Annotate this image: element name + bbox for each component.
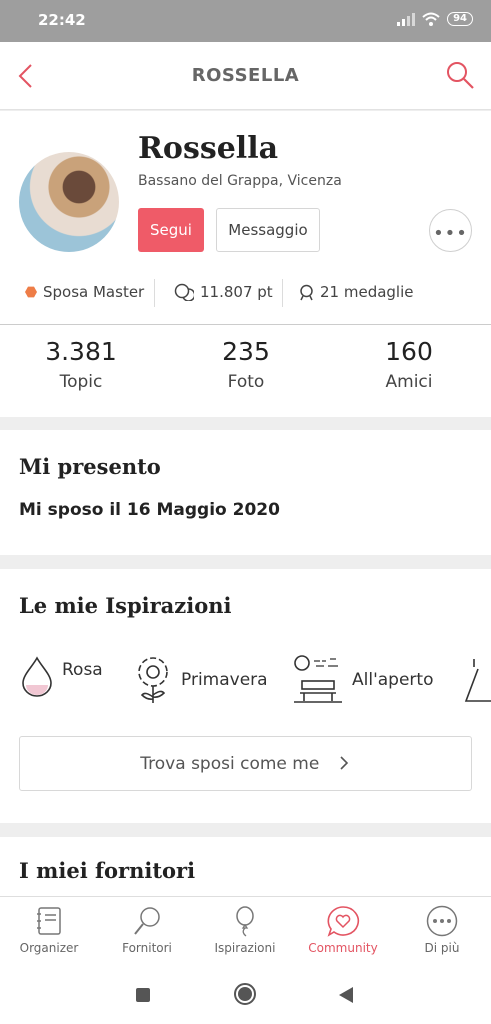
- stat-foto[interactable]: 235 Foto: [186, 337, 306, 392]
- nav-organizer[interactable]: Organizer: [0, 905, 98, 955]
- chat-bubbles-icon: [174, 283, 194, 301]
- divider: [154, 279, 155, 307]
- park-bench-icon: [294, 655, 342, 703]
- notebook-icon: [37, 907, 61, 935]
- magnifier-icon: [134, 907, 160, 935]
- intro-section: Mi presento Mi sposo il 16 Maggio 2020: [0, 430, 491, 555]
- bottom-navigation: Organizer Fornitori Ispirazioni Communit…: [0, 896, 491, 966]
- avatar: [19, 152, 119, 252]
- wedding-date-text: Mi sposo il 16 Maggio 2020: [19, 500, 280, 520]
- status-icons: 94: [397, 12, 473, 26]
- back-triangle-icon[interactable]: [338, 986, 354, 1004]
- nav-label: Ispirazioni: [214, 941, 276, 955]
- section-title: Mi presento: [19, 454, 161, 479]
- wifi-icon: [422, 12, 440, 26]
- heart-chat-icon: [327, 906, 359, 937]
- nav-di-piu[interactable]: Di più: [393, 905, 491, 955]
- status-time: 22:42: [38, 11, 86, 29]
- nav-label: Organizer: [19, 941, 79, 955]
- nav-community[interactable]: Community: [294, 905, 392, 955]
- stat-value: 3.381: [45, 337, 117, 366]
- more-dots-icon: •••: [433, 223, 468, 244]
- level-badge[interactable]: Sposa Master: [25, 283, 144, 301]
- profile-name: Rossella: [138, 131, 279, 166]
- flower-icon: [138, 657, 168, 703]
- points-label: 11.807 pt: [200, 283, 273, 301]
- message-button[interactable]: Messaggio: [216, 208, 320, 252]
- more-circle-icon: [426, 905, 458, 937]
- level-label: Sposa Master: [43, 283, 145, 301]
- stat-value: 235: [222, 337, 270, 366]
- profile-card: Rossella Bassano del Grappa, Vicenza Seg…: [0, 111, 491, 417]
- inspiration-item-all-aperto[interactable]: All'aperto: [292, 655, 433, 705]
- stat-topic[interactable]: 3.381 Topic: [21, 337, 141, 392]
- nav-label: Community: [308, 941, 378, 955]
- inspiration-label: Rosa: [62, 660, 103, 680]
- page-title: ROSSELLA: [191, 65, 300, 86]
- nav-label: Fornitori: [122, 941, 172, 955]
- find-couples-label: Trova sposi come me: [140, 753, 320, 774]
- medals-badge[interactable]: 21 medaglie: [299, 283, 414, 301]
- balloon-icon: [236, 906, 254, 937]
- inspirations-section: Le mie Ispirazioni Rosa Primavera All'ap…: [0, 569, 491, 823]
- nav-fornitori[interactable]: Fornitori: [98, 905, 196, 955]
- inspiration-label: Primavera: [181, 670, 268, 690]
- app-header: ROSSELLA: [0, 42, 491, 110]
- stat-value: 160: [385, 337, 433, 366]
- system-navigation-bar: [0, 966, 491, 1024]
- recent-apps-icon[interactable]: [135, 987, 151, 1003]
- section-title: I miei fornitori: [19, 858, 196, 883]
- section-title: Le mie Ispirazioni: [19, 593, 232, 618]
- points-badge[interactable]: 11.807 pt: [174, 283, 273, 301]
- search-icon[interactable]: [445, 60, 475, 90]
- status-bar: 22:42 94: [0, 0, 491, 42]
- inspiration-label: All'aperto: [352, 670, 434, 690]
- drop-icon: [22, 656, 52, 697]
- stat-amici[interactable]: 160 Amici: [349, 337, 469, 392]
- stat-label: Topic: [59, 372, 103, 392]
- vendors-section: I miei fornitori: [0, 837, 491, 897]
- hexagon-icon: [25, 286, 37, 298]
- profile-badges: Sposa Master 11.807 pt 21 medaglie: [0, 279, 491, 309]
- medal-icon: [300, 284, 313, 300]
- profile-location: Bassano del Grappa, Vicenza: [138, 173, 342, 189]
- chevron-right-icon: [340, 755, 348, 770]
- signal-icon: [397, 12, 416, 26]
- nav-label: Di più: [424, 941, 460, 955]
- divider: [0, 324, 491, 325]
- stat-label: Amici: [385, 372, 433, 392]
- find-couples-button[interactable]: Trova sposi come me: [19, 736, 472, 791]
- divider: [282, 279, 283, 307]
- nav-ispirazioni[interactable]: Ispirazioni: [196, 905, 294, 955]
- stat-label: Foto: [227, 372, 265, 392]
- battery-indicator: 94: [447, 12, 473, 26]
- medals-label: 21 medaglie: [320, 283, 414, 301]
- inspiration-item-primavera[interactable]: Primavera: [133, 655, 268, 705]
- home-icon[interactable]: [233, 982, 257, 1006]
- inspiration-item-rosa[interactable]: Rosa: [20, 655, 103, 697]
- dress-icon[interactable]: [458, 655, 491, 705]
- follow-button[interactable]: Segui: [138, 208, 204, 252]
- more-options-button[interactable]: •••: [429, 209, 472, 252]
